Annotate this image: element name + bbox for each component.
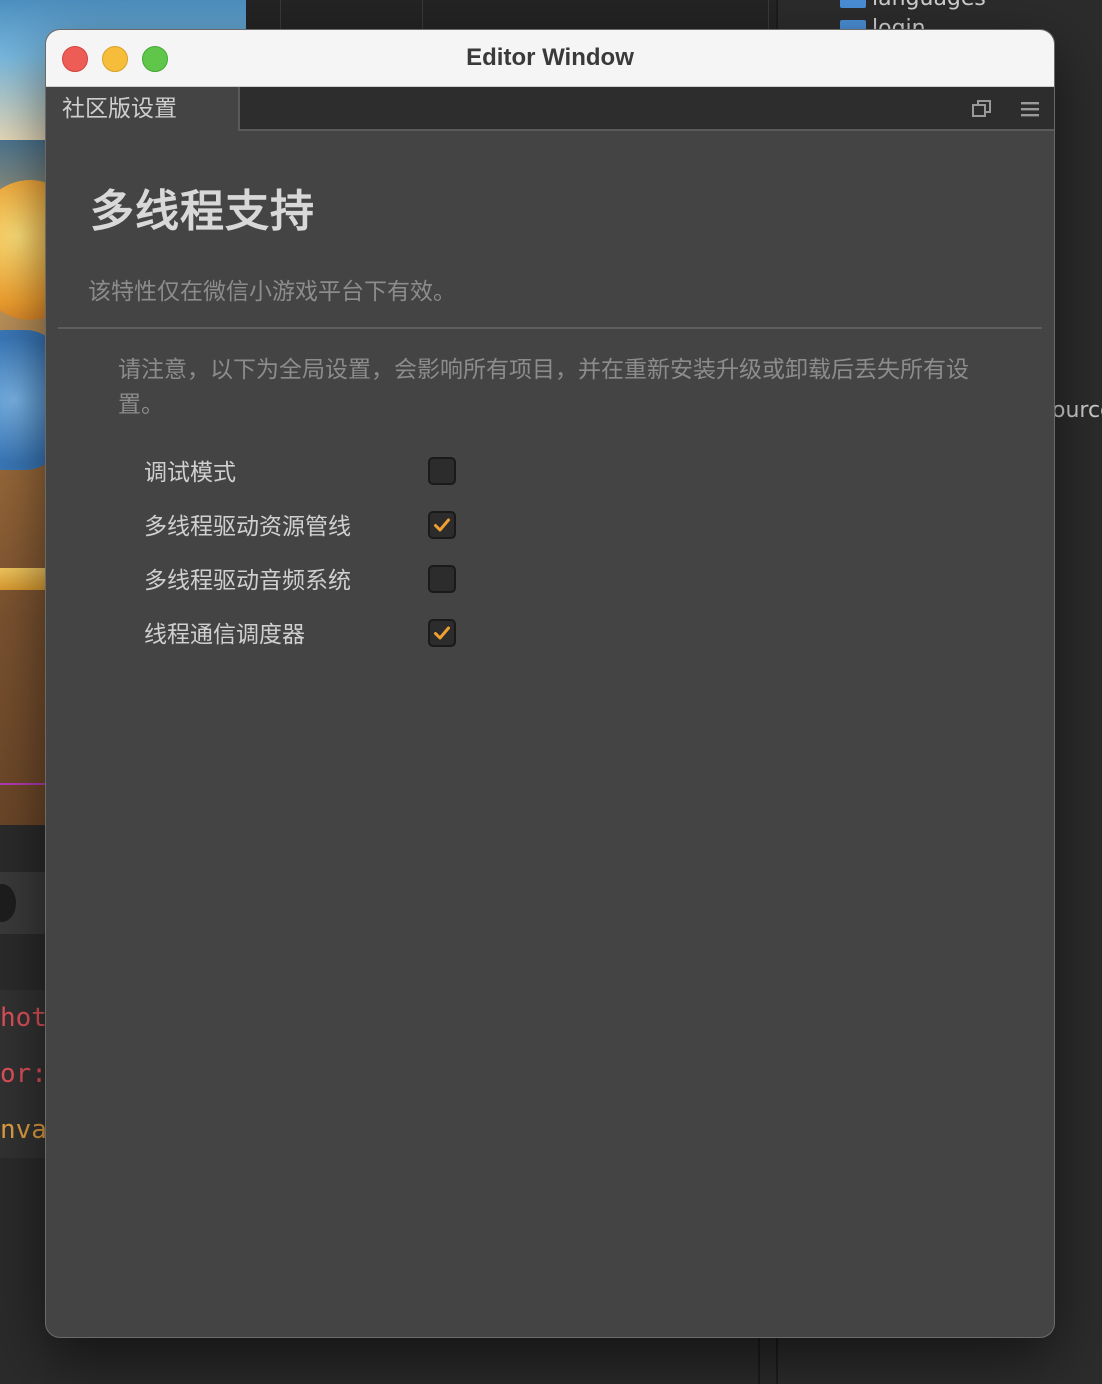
code-line: nva — [0, 1102, 46, 1158]
divider — [58, 327, 1042, 329]
title-bar[interactable]: Editor Window — [46, 30, 1054, 87]
tab-bar: 社区版设置 — [46, 87, 1054, 131]
option-row-audio-system: 多线程驱动音频系统 — [144, 565, 464, 597]
window-title: Editor Window — [466, 44, 634, 71]
code-line: hot — [0, 990, 46, 1046]
background-label: ource — [1052, 398, 1102, 423]
tree-item[interactable]: languages — [840, 0, 986, 11]
page-subtitle: 该特性仅在微信小游戏平台下有效。 — [88, 279, 456, 305]
tab-community-settings[interactable]: 社区版设置 — [46, 87, 240, 131]
folder-icon — [840, 0, 866, 8]
debug-mode-checkbox[interactable] — [428, 457, 456, 485]
page-title: 多线程支持 — [90, 186, 315, 237]
option-row-asset-pipeline: 多线程驱动资源管线 — [144, 511, 464, 543]
menu-icon[interactable] — [1018, 97, 1042, 121]
option-label: 多线程驱动资源管线 — [144, 514, 351, 540]
option-row-debug-mode: 调试模式 — [144, 457, 464, 489]
audio-system-checkbox[interactable] — [428, 565, 456, 593]
editor-window: Editor Window 社区版设置 多线程支持 该特性仅在微信小游戏平台下有… — [46, 30, 1054, 1337]
panel-divider — [758, 1330, 760, 1384]
settings-panel: 多线程支持 该特性仅在微信小游戏平台下有效。 请注意，以下为全局设置，会影响所有… — [46, 131, 1054, 1337]
option-label: 调试模式 — [144, 460, 236, 486]
checkmark-icon — [434, 626, 450, 640]
option-row-thread-scheduler: 线程通信调度器 — [144, 619, 464, 651]
thread-scheduler-checkbox[interactable] — [428, 619, 456, 647]
code-line: or: — [0, 1046, 46, 1102]
popout-icon[interactable] — [970, 97, 994, 121]
option-label: 线程通信调度器 — [144, 622, 305, 648]
asset-pipeline-checkbox[interactable] — [428, 511, 456, 539]
checkmark-icon — [434, 518, 450, 532]
option-label: 多线程驱动音频系统 — [144, 568, 351, 594]
global-settings-notice: 请注意，以下为全局设置，会影响所有项目，并在重新安装升级或卸载后丢失所有设置。 — [118, 357, 969, 418]
